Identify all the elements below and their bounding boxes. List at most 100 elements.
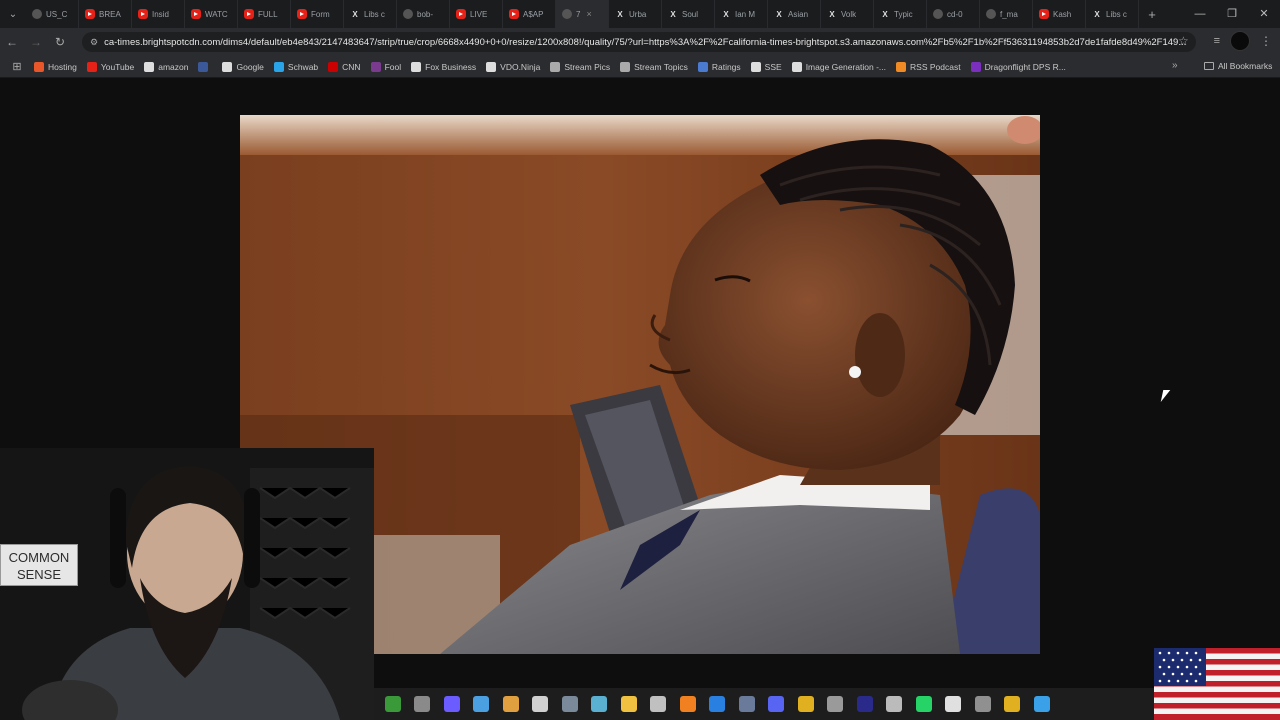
chrome-icon [797,696,814,712]
browser-tab[interactable]: 7 × [556,0,609,28]
url-field[interactable]: ⚙ ca-times.brightspotcdn.com/dims4/defau… [82,32,1196,52]
taskbar-app-steam[interactable] [732,688,762,720]
bookmark-item[interactable]: Fox Business [411,61,476,72]
browser-tab[interactable]: Insid [132,0,185,28]
taskbar-app-files[interactable] [408,688,438,720]
browser-tab[interactable]: FULL [238,0,291,28]
all-bookmarks-button[interactable]: All Bookmarks [1204,61,1272,71]
taskbar-app-settings[interactable] [555,688,585,720]
taskbar [374,688,1154,720]
x-logo-icon: X [829,9,835,19]
premiere-icon [856,696,873,712]
youtube-icon [1039,9,1049,19]
forward-icon[interactable]: → [24,35,48,49]
browser-tab[interactable]: US_C [26,0,79,28]
bookmark-item[interactable]: RSS Podcast [896,61,961,72]
taskbar-app-calendar[interactable] [821,688,851,720]
taskbar-app-notepad[interactable] [496,688,526,720]
reload-icon[interactable]: ↻ [48,35,72,49]
bookmark-favicon-icon [970,61,981,72]
bookmark-item[interactable]: SSE [750,61,782,72]
bookmark-item[interactable]: Stream Topics [620,61,688,72]
browser-tab[interactable]: X Libs c [1086,0,1139,28]
taskbar-app-obs[interactable] [968,688,998,720]
back-icon[interactable]: ← [0,35,24,49]
tab-search-icon[interactable]: ⌄ [0,0,26,28]
browser-tab[interactable]: X Volk [821,0,874,28]
browser-tab[interactable]: cd-0 [927,0,980,28]
tab-label: Asian [788,9,809,19]
menu-icon[interactable]: ⋮ [1260,34,1272,48]
bookmark-item[interactable]: YouTube [86,61,134,72]
restore-button[interactable]: ❐ [1216,0,1248,28]
tabs: US_C BREA Insid WATC FULL Form X Libs c bob- LIVE… [26,0,1139,28]
taskbar-app-chrome-2[interactable] [998,688,1028,720]
browser-tab[interactable]: Kash [1033,0,1086,28]
taskbar-app-photos[interactable] [467,688,497,720]
browser-tab[interactable]: X Soul [662,0,715,28]
bookmark-label: Stream Pics [564,61,611,72]
bookmark-item[interactable]: VDO.Ninja [486,61,540,72]
browser-tab[interactable]: Form [291,0,344,28]
tab-label: 7 [576,9,581,19]
browser-tab[interactable]: X Ian M [715,0,768,28]
taskbar-app-copilot[interactable] [437,688,467,720]
taskbar-app-vlc[interactable] [673,688,703,720]
bookmark-item[interactable]: Schwab [273,61,318,72]
close-window-button[interactable]: ✕ [1248,0,1280,28]
profile-avatar[interactable] [1230,31,1250,51]
bookmark-item[interactable]: Google [222,61,264,72]
youtube-icon [85,9,95,19]
bookmark-item[interactable]: Stream Pics [550,61,611,72]
tab-label: Ian M [735,9,756,19]
taskbar-app-paint[interactable] [1027,688,1057,720]
settings-icon [561,696,578,712]
tab-label: FULL [258,9,278,19]
taskbar-app-whatsapp[interactable] [909,688,939,720]
browser-tab[interactable]: A$AP [503,0,556,28]
taskbar-app-headset[interactable] [585,688,615,720]
browser-tab[interactable]: X Asian [768,0,821,28]
taskbar-app-capcut[interactable] [939,688,969,720]
browser-tab[interactable]: f_ma [980,0,1033,28]
browser-tab[interactable]: X Libs c [344,0,397,28]
browser-tab[interactable]: X Urba [609,0,662,28]
bookmark-item[interactable]: amazon [144,61,188,72]
apps-grid-icon[interactable]: ⊞ [0,60,34,73]
taskbar-app-frog[interactable] [378,688,408,720]
tab-close-icon[interactable]: × [586,9,591,19]
bookmark-item[interactable]: Image Generation -... [791,61,886,72]
taskbar-app-stream-deck[interactable] [880,688,910,720]
bookmark-item[interactable]: Fool [370,61,402,72]
taskbar-app-explorer[interactable] [614,688,644,720]
tab-label: Volk [841,9,857,19]
browser-tab[interactable]: bob- [397,0,450,28]
browser-tab[interactable]: X Typic [874,0,927,28]
taskbar-app-pinwheel[interactable] [526,688,556,720]
site-info-icon[interactable]: ⚙ [90,37,98,48]
browser-tab[interactable]: WATC [185,0,238,28]
taskbar-app-premiere[interactable] [850,688,880,720]
bookmark-item[interactable]: CNN [328,61,361,72]
media-control-icon[interactable]: ≡ [1214,35,1220,47]
taskbar-app-chrome[interactable] [791,688,821,720]
bookmark-list: Hosting YouTube amazon Google Schwab CNN Fool F… [34,61,1076,72]
bookmark-label: Fool [384,61,402,72]
whatsapp-icon [915,696,932,712]
youtube-icon [138,9,148,19]
bookmark-item[interactable]: Ratings [697,61,741,72]
minimize-button[interactable]: — [1184,0,1216,28]
more-bookmarks-icon[interactable]: » [1172,60,1178,71]
bookmark-item[interactable] [198,61,212,72]
browser-tab[interactable]: BREA [79,0,132,28]
browser-tab[interactable]: LIVE [450,0,503,28]
tab-label: bob- [417,9,434,19]
new-tab-button[interactable]: + [1139,7,1165,22]
taskbar-app-edge[interactable] [703,688,733,720]
bookmark-item[interactable]: Dragonflight DPS R... [970,61,1066,72]
taskbar-app-disc[interactable] [644,688,674,720]
page-icon [986,9,996,19]
bookmark-star-icon[interactable]: ☆ [1178,34,1189,48]
bookmark-item[interactable]: Hosting [34,61,77,72]
taskbar-app-discord[interactable] [762,688,792,720]
